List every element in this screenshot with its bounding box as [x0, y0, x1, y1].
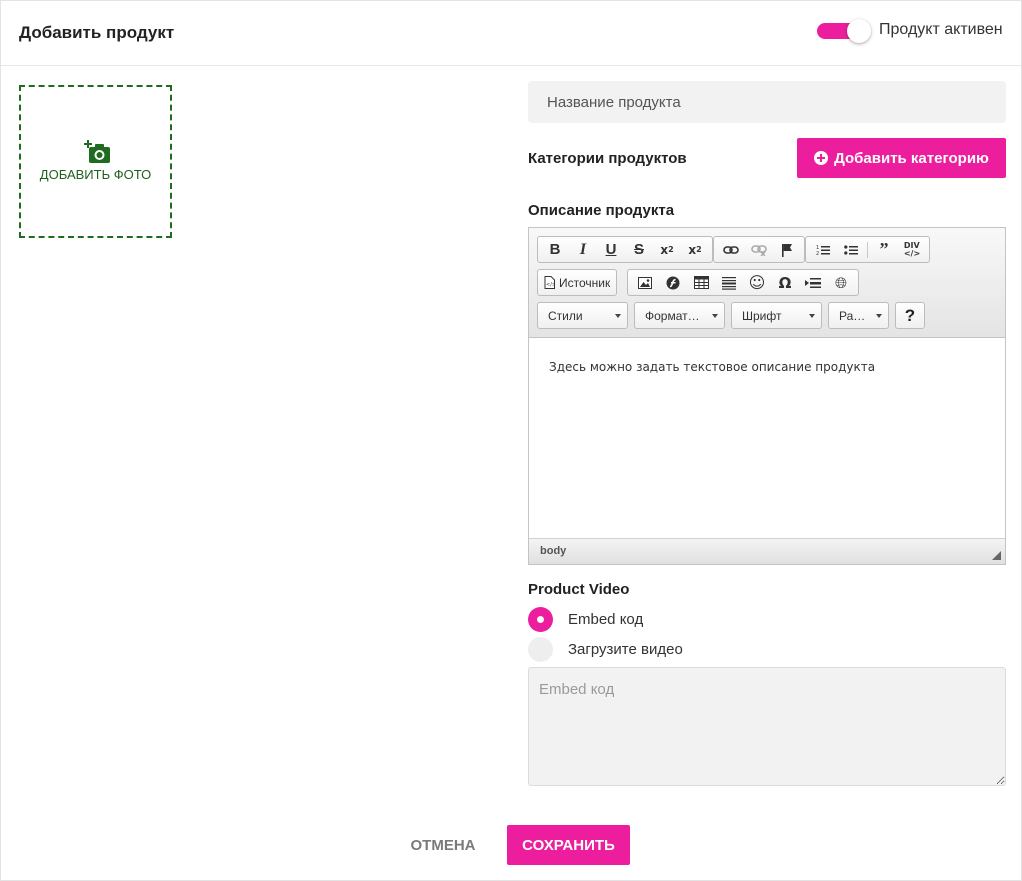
size-combo-label: Ра… — [839, 308, 866, 323]
toolbar-group-basic: B I U S x2 x2 — [537, 236, 713, 263]
font-combo[interactable]: Шрифт — [731, 302, 822, 329]
editor-toolbar: B I U S x2 x2 12 ” DIV </> </> Источник … — [529, 228, 1005, 338]
image-icon[interactable] — [631, 272, 659, 293]
chevron-down-icon — [712, 314, 718, 318]
radio-button[interactable] — [528, 636, 553, 662]
save-button[interactable]: Сохранить — [507, 825, 630, 865]
help-button[interactable]: ? — [895, 302, 925, 329]
svg-text:2: 2 — [816, 251, 819, 256]
horizontal-line-icon[interactable] — [715, 272, 743, 293]
radio-upload-video[interactable]: Загрузите видео — [528, 636, 683, 662]
toolbar-group-insert: ☺ Ω 🌐︎ — [627, 269, 859, 296]
radio-upload-label: Загрузите видео — [568, 640, 683, 658]
underline-button[interactable]: U — [597, 239, 625, 260]
plus-circle-icon — [814, 151, 829, 165]
unlink-icon[interactable] — [745, 239, 773, 260]
source-icon: </> — [544, 276, 555, 289]
size-combo[interactable]: Ра… — [828, 302, 889, 329]
categories-label: Категории продуктов — [528, 150, 687, 167]
chevron-down-icon — [876, 314, 882, 318]
editor-status-bar: body — [529, 538, 1005, 564]
add-category-label: Добавить категорию — [834, 149, 989, 167]
add-photo-label: ДОБАВИТЬ ФОТО — [39, 167, 152, 182]
svg-text:</>: </> — [546, 282, 555, 288]
toolbar-group-lists: 12 ” DIV </> — [805, 236, 930, 263]
rich-text-editor: B I U S x2 x2 12 ” DIV </> </> Источник … — [528, 227, 1006, 565]
link-icon[interactable] — [717, 239, 745, 260]
toolbar-group-links — [713, 236, 805, 263]
editor-body-text: Здесь можно задать текстовое описание пр… — [549, 360, 876, 374]
add-photo-icon — [84, 140, 110, 163]
iframe-globe-icon[interactable]: 🌐︎ — [827, 272, 855, 293]
flash-icon[interactable] — [659, 272, 687, 293]
toolbar-separator — [867, 241, 868, 258]
dialog-title: Добавить продукт — [19, 23, 175, 42]
format-combo[interactable]: Формат… — [634, 302, 725, 329]
toggle-knob — [847, 19, 871, 43]
embed-code-textarea[interactable] — [528, 667, 1006, 786]
bulleted-list-icon[interactable] — [837, 239, 865, 260]
radio-button-selected[interactable] — [528, 606, 553, 632]
page-break-icon[interactable] — [799, 272, 827, 293]
product-name-input[interactable] — [528, 81, 1006, 123]
smiley-icon[interactable]: ☺ — [743, 272, 771, 293]
description-label: Описание продукта — [528, 202, 675, 219]
radio-embed-label: Embed код — [568, 610, 644, 628]
source-label: Источник — [559, 275, 611, 290]
subscript-button[interactable]: x2 — [653, 239, 681, 260]
italic-button[interactable]: I — [569, 239, 597, 260]
resize-grip-icon[interactable] — [992, 551, 1001, 560]
div-container-icon[interactable]: DIV </> — [898, 239, 926, 260]
special-char-icon[interactable]: Ω — [771, 272, 799, 293]
anchor-flag-icon[interactable] — [773, 239, 801, 260]
font-combo-label: Шрифт — [742, 308, 782, 323]
table-icon[interactable] — [687, 272, 715, 293]
blockquote-icon[interactable]: ” — [870, 239, 898, 260]
add-photo-dropzone[interactable]: ДОБАВИТЬ ФОТО — [19, 85, 172, 238]
numbered-list-icon[interactable]: 12 — [809, 239, 837, 260]
add-category-button[interactable]: Добавить категорию — [797, 138, 1006, 178]
add-product-dialog: Добавить продукт Продукт активен ДОБАВИТ… — [0, 0, 1022, 881]
product-active-toggle[interactable] — [817, 19, 875, 43]
styles-combo-label: Стили — [548, 308, 583, 323]
styles-combo[interactable]: Стили — [537, 302, 628, 329]
dialog-header: Добавить продукт Продукт активен — [1, 1, 1021, 66]
superscript-button[interactable]: x2 — [681, 239, 709, 260]
product-video-label: Product Video — [528, 581, 630, 598]
source-button[interactable]: </> Источник — [537, 269, 618, 296]
chevron-down-icon — [809, 314, 815, 318]
format-combo-label: Формат… — [645, 308, 700, 323]
product-active-label: Продукт активен — [879, 21, 1003, 38]
cancel-button[interactable]: Отмена — [395, 825, 491, 865]
radio-embed-code[interactable]: Embed код — [528, 606, 643, 632]
editor-content-area[interactable]: Здесь можно задать текстовое описание пр… — [529, 338, 1005, 538]
chevron-down-icon — [615, 314, 621, 318]
bold-button[interactable]: B — [541, 239, 569, 260]
strike-button[interactable]: S — [625, 239, 653, 260]
element-path[interactable]: body — [540, 545, 566, 557]
